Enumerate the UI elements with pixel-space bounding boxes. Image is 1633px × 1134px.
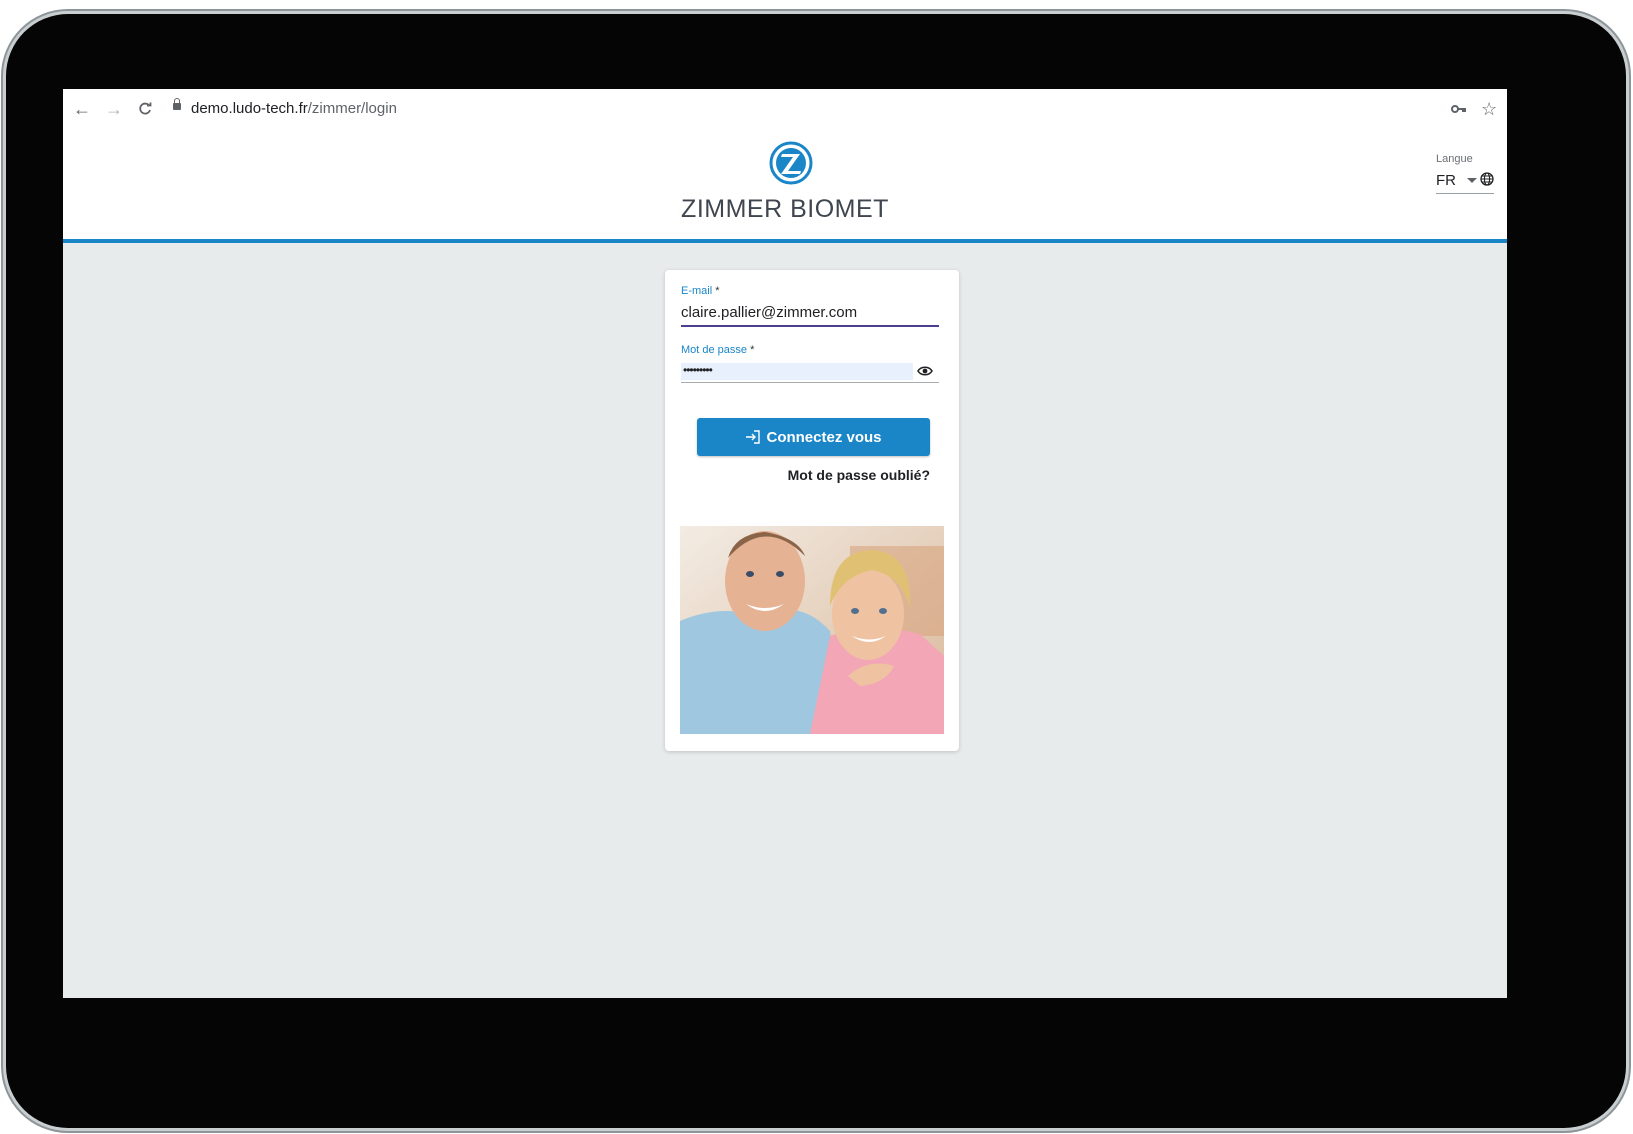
password-value: ••••••••• xyxy=(683,363,713,377)
chevron-down-icon xyxy=(1467,178,1477,183)
tablet-screen: ← → demo.ludo-tech.fr/zimmer/login ☆ ZIM… xyxy=(63,89,1507,998)
forward-arrow-icon[interactable]: → xyxy=(103,98,125,120)
reload-icon[interactable] xyxy=(134,98,156,120)
password-field[interactable]: ••••••••• xyxy=(681,363,913,380)
browser-toolbar: ← → demo.ludo-tech.fr/zimmer/login ☆ xyxy=(63,89,1507,130)
login-button-label: Connectez vous xyxy=(766,428,882,446)
language-label: Langue xyxy=(1436,153,1473,165)
couple-photo xyxy=(680,526,944,734)
back-arrow-icon[interactable]: ← xyxy=(71,98,93,120)
email-field[interactable]: claire.pallier@zimmer.com xyxy=(681,304,857,321)
star-icon[interactable]: ☆ xyxy=(1481,98,1497,120)
language-dropdown[interactable]: FR xyxy=(1436,171,1494,194)
url-text: demo.ludo-tech.fr/zimmer/login xyxy=(191,100,397,117)
login-card: E-mail * claire.pallier@zimmer.com Mot d… xyxy=(665,270,959,751)
login-icon xyxy=(746,430,761,444)
language-value: FR xyxy=(1436,172,1456,189)
email-label: E-mail * xyxy=(681,285,720,297)
app-header: ZIMMER BIOMET Langue FR xyxy=(63,127,1507,243)
brand-name: ZIMMER BIOMET xyxy=(681,195,889,223)
zimmer-biomet-logo xyxy=(769,141,813,185)
lock-icon xyxy=(173,98,181,110)
eye-icon[interactable] xyxy=(917,363,933,379)
forgot-password-link[interactable]: Mot de passe oublié? xyxy=(697,467,930,483)
key-icon[interactable] xyxy=(1451,98,1467,122)
address-bar[interactable]: demo.ludo-tech.fr/zimmer/login xyxy=(163,95,1423,123)
email-underline xyxy=(681,325,939,327)
language-selector[interactable]: Langue FR xyxy=(1436,153,1494,194)
password-underline xyxy=(681,382,939,383)
login-button[interactable]: Connectez vous xyxy=(697,418,930,456)
globe-icon xyxy=(1480,172,1494,186)
password-label: Mot de passe * xyxy=(681,344,755,356)
